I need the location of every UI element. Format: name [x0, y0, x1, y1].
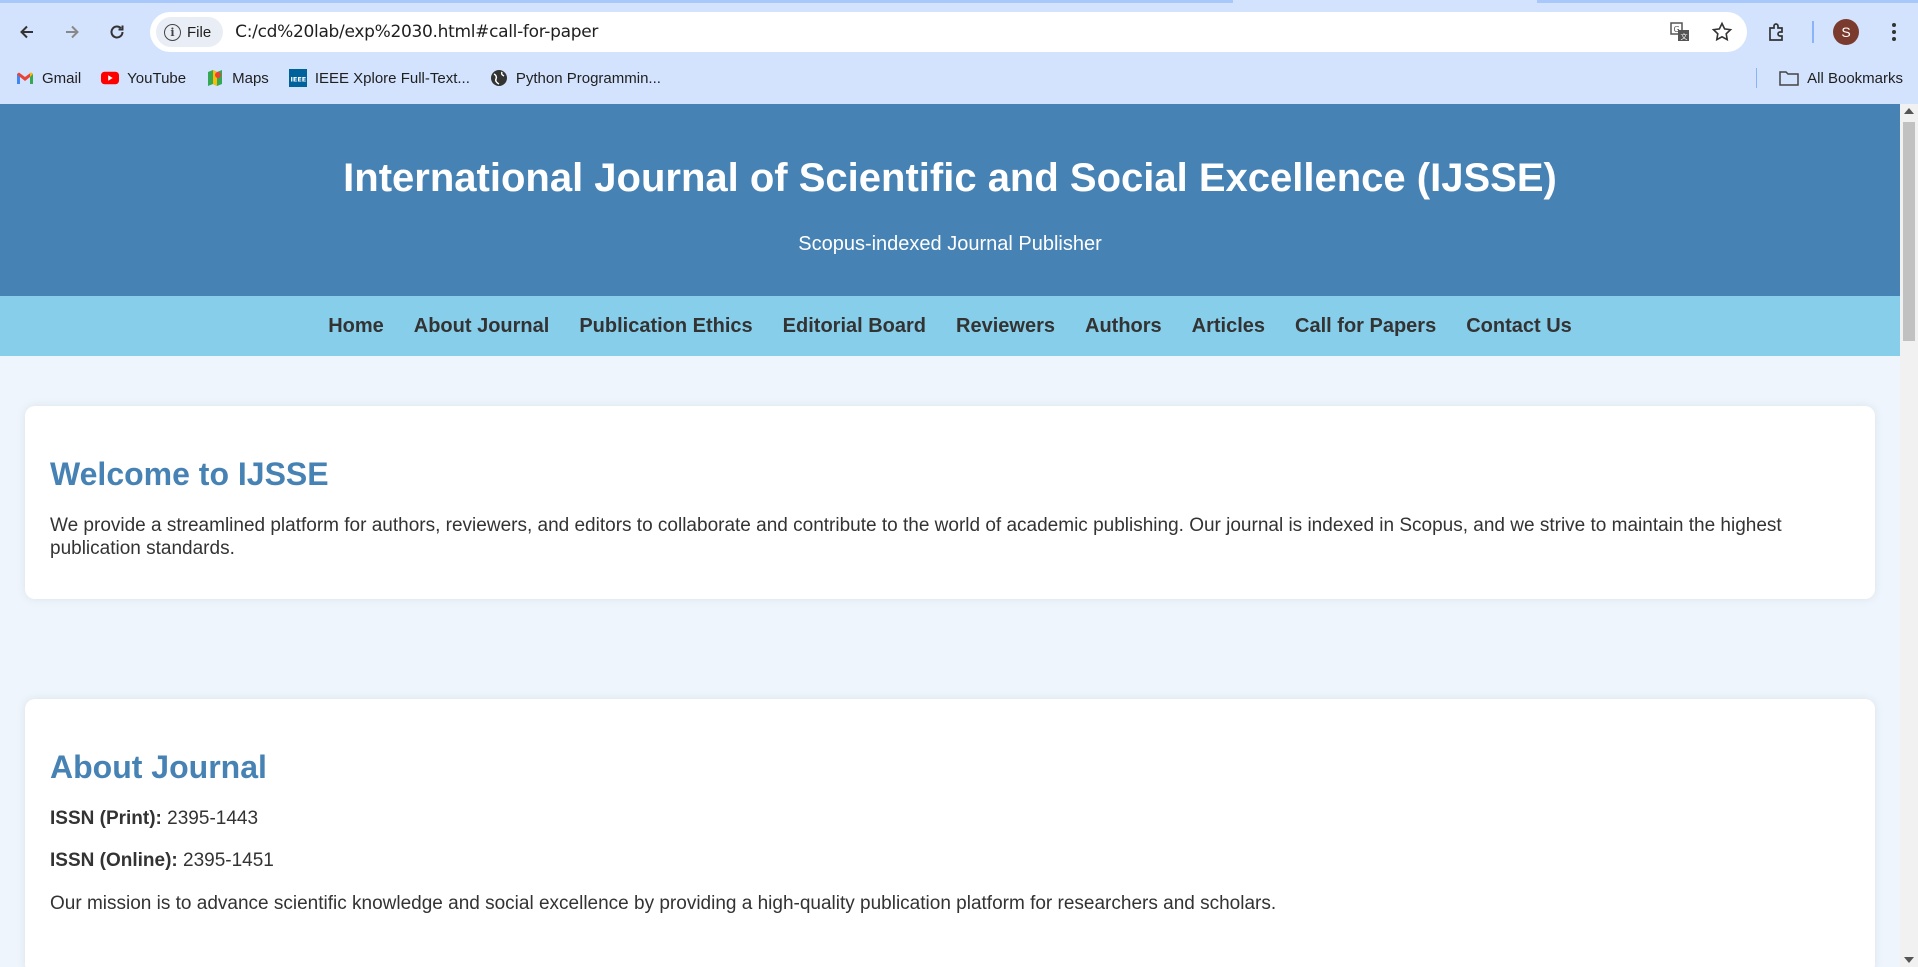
nav-link-publication-ethics[interactable]: Publication Ethics: [579, 315, 752, 338]
bookmarks-bar: Gmail YouTube Maps IEEE IEEE Xplore Full…: [0, 64, 1918, 92]
forward-button[interactable]: [52, 12, 92, 52]
nav-link-authors[interactable]: Authors: [1085, 315, 1162, 338]
nav-link-about-journal[interactable]: About Journal: [414, 315, 550, 338]
bookmark-star-icon[interactable]: [1711, 21, 1733, 43]
bookmark-gmail[interactable]: Gmail: [16, 69, 81, 87]
page-scrollbar[interactable]: [1900, 104, 1918, 967]
site-info-chip[interactable]: i File: [156, 17, 224, 47]
welcome-body: We provide a streamlined platform for au…: [50, 515, 1782, 559]
bookmark-youtube[interactable]: YouTube: [101, 69, 186, 87]
ieee-icon: IEEE: [288, 69, 307, 87]
globe-icon: [490, 69, 508, 87]
all-bookmarks-button[interactable]: All Bookmarks: [1779, 70, 1903, 87]
welcome-section: Welcome to IJSSE We provide a streamline…: [25, 406, 1875, 599]
bookmark-ieee[interactable]: IEEE IEEE Xplore Full-Text...: [288, 69, 470, 87]
browser-chrome: i File C:/cd%20lab/exp%2030.html#call-fo…: [0, 0, 1918, 104]
issn-print-label: ISSN (Print):: [50, 807, 162, 829]
url-text[interactable]: C:/cd%20lab/exp%2030.html#call-for-paper: [235, 22, 598, 42]
gmail-icon: [16, 69, 34, 87]
svg-text:文: 文: [1681, 32, 1688, 41]
welcome-heading: Welcome to IJSSE: [50, 456, 329, 492]
issn-online: ISSN (Online): 2395-1451: [50, 850, 1850, 873]
issn-online-label: ISSN (Online):: [50, 850, 178, 872]
about-section: About Journal ISSN (Print): 2395-1443 IS…: [25, 698, 1875, 967]
site-subtitle: Scopus-indexed Journal Publisher: [798, 233, 1102, 255]
scroll-up-arrow-icon[interactable]: [1904, 108, 1914, 114]
nav-link-home[interactable]: Home: [328, 315, 384, 338]
reload-icon: [110, 25, 124, 39]
info-icon: i: [164, 23, 181, 41]
scroll-thumb[interactable]: [1903, 122, 1915, 341]
svg-text:G: G: [1674, 25, 1680, 34]
bookmark-maps[interactable]: Maps: [206, 69, 269, 87]
page-viewport: International Journal of Scientific and …: [0, 104, 1900, 967]
back-arrow-icon: [20, 25, 33, 39]
translate-icon[interactable]: G文: [1669, 21, 1691, 43]
nav-link-reviewers[interactable]: Reviewers: [956, 315, 1055, 338]
nav-link-call-for-papers[interactable]: Call for Papers: [1295, 315, 1436, 338]
address-bar[interactable]: i File C:/cd%20lab/exp%2030.html#call-fo…: [150, 12, 1747, 52]
youtube-icon: [101, 69, 120, 87]
scroll-down-arrow-icon[interactable]: [1904, 957, 1914, 963]
extensions-icon[interactable]: [1766, 21, 1788, 43]
bookmarks-separator: [1755, 68, 1757, 88]
issn-print-value: 2395-1443: [167, 807, 259, 829]
bookmark-label: IEEE Xplore Full-Text...: [314, 69, 470, 87]
menu-kebab-icon[interactable]: [1883, 21, 1905, 43]
issn-print: ISSN (Print): 2395-1443: [50, 808, 1850, 831]
back-button[interactable]: [7, 12, 47, 52]
bookmark-python[interactable]: Python Programmin...: [490, 69, 661, 87]
main-nav: Home About Journal Publication Ethics Ed…: [0, 296, 1900, 356]
svg-text:IEEE: IEEE: [290, 76, 306, 84]
reload-button[interactable]: [97, 12, 137, 52]
nav-link-articles[interactable]: Articles: [1192, 315, 1265, 338]
profile-avatar[interactable]: S: [1833, 19, 1859, 45]
nav-link-editorial-board[interactable]: Editorial Board: [783, 315, 926, 338]
toolbar-separator: [1812, 21, 1814, 43]
about-heading: About Journal: [50, 748, 267, 785]
tab-indicator: [1537, 0, 1918, 3]
site-header: International Journal of Scientific and …: [0, 104, 1900, 296]
nav-link-contact-us[interactable]: Contact Us: [1466, 315, 1572, 338]
browser-toolbar: i File C:/cd%20lab/exp%2030.html#call-fo…: [0, 10, 1918, 54]
maps-icon: [206, 69, 224, 87]
mission-text: Our mission is to advance scientific kno…: [50, 893, 1277, 915]
bookmark-label: Maps: [232, 69, 269, 87]
bookmark-label: YouTube: [127, 69, 187, 87]
site-title: International Journal of Scientific and …: [343, 156, 1557, 200]
active-tab-indicator: [0, 0, 1233, 3]
forward-arrow-icon: [66, 25, 79, 39]
bookmark-label: Python Programmin...: [515, 69, 661, 87]
issn-online-value: 2395-1451: [183, 850, 274, 872]
bookmark-label: Gmail: [42, 69, 82, 87]
file-chip-label: File: [187, 23, 212, 41]
folder-icon: [1779, 71, 1799, 86]
all-bookmarks-label: All Bookmarks: [1807, 69, 1903, 87]
